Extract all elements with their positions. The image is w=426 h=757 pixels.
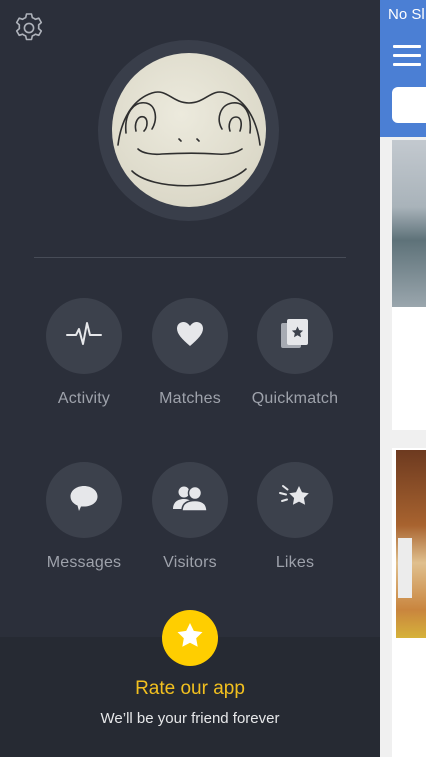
quickmatch-button[interactable] [257,298,333,374]
settings-button[interactable] [12,11,46,50]
app-screen: Activity Matches Quickmatch Messages Vis… [0,0,426,757]
menu-label-visitors: Visitors [163,554,217,571]
menu-item-matches[interactable]: Matches [130,298,250,418]
menu-item-messages[interactable]: Messages [24,462,144,582]
top-bar: No Sl [380,0,426,137]
menu-label-likes: Likes [275,554,315,571]
search-input[interactable] [392,87,426,123]
matches-button[interactable] [152,298,228,374]
menu-label-messages: Messages [46,554,122,571]
menu-label-matches: Matches [159,390,221,407]
avatar[interactable] [112,53,266,207]
rate-app-subtitle: We’ll be your friend forever [100,710,280,727]
star-icon [176,622,204,654]
heart-icon [176,321,204,352]
pulse-icon [66,320,102,353]
menu-item-likes[interactable]: Likes [235,462,355,582]
menu-item-visitors[interactable]: Visitors [130,462,250,582]
menu-label-quickmatch: Quickmatch [251,390,339,407]
cards-star-icon [280,318,310,355]
gear-icon [12,11,46,50]
rate-app-button[interactable] [162,610,218,666]
likes-button[interactable] [257,462,333,538]
people-icon [172,484,208,517]
messages-button[interactable] [46,462,122,538]
profile-photo[interactable] [392,140,426,307]
menu-item-activity[interactable]: Activity [24,298,144,418]
activity-button[interactable] [46,298,122,374]
menu-item-quickmatch[interactable]: Quickmatch [235,298,355,418]
status-text: No Sl [388,6,425,23]
hamburger-icon[interactable] [393,45,421,67]
side-drawer: Activity Matches Quickmatch Messages Vis… [0,0,380,757]
menu-label-activity: Activity [57,390,111,407]
rate-app-title[interactable]: Rate our app [0,678,380,700]
section-divider [34,257,346,258]
sparkle-star-icon [277,483,313,518]
visitors-button[interactable] [152,462,228,538]
photo-detail [398,538,412,598]
speech-bubble-icon [69,484,99,517]
